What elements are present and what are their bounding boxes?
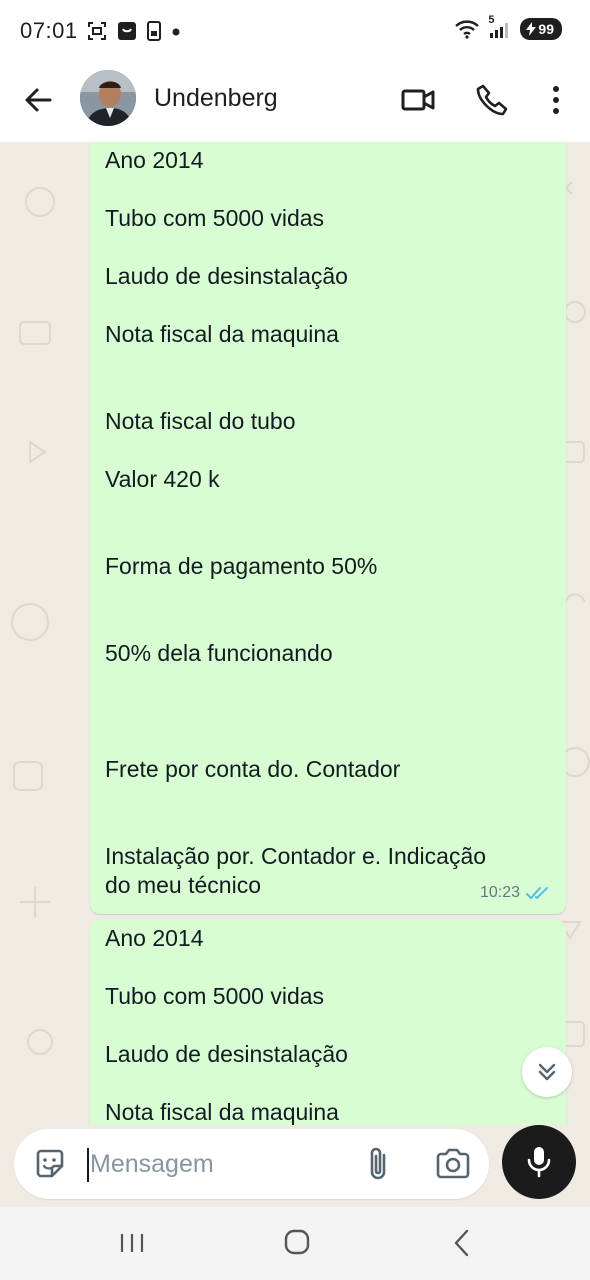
message-time: 10:23 (479, 884, 520, 901)
message-line: Nota fiscal da maquina (105, 1099, 339, 1125)
microphone-button[interactable] (502, 1125, 576, 1199)
message-line: Laudo de desinstalação (105, 1041, 348, 1067)
notification-icons (86, 20, 182, 42)
message-input[interactable] (90, 1143, 340, 1185)
status-bar: 07:01 5 99 (0, 0, 590, 62)
video-call-icon[interactable] (400, 82, 436, 118)
battery-indicator: 99 (520, 18, 562, 40)
avatar[interactable] (80, 70, 136, 126)
signal-icon (490, 23, 509, 38)
sticker-emoji-icon[interactable] (32, 1146, 68, 1182)
status-time: 07:01 (20, 18, 78, 43)
message-line: 50% dela funcionando (105, 640, 333, 666)
double-chevron-down-icon (538, 1063, 556, 1081)
message-bubble-outgoing[interactable]: Ano 2014 Tubo com 5000 vidas Laudo de de… (90, 142, 566, 914)
sim-card-icon (147, 21, 161, 41)
chat-area[interactable]: Ano 2014 Tubo com 5000 vidas Laudo de de… (0, 142, 590, 1125)
home-icon[interactable] (277, 1225, 317, 1261)
message-line: Tubo com 5000 vidas (105, 205, 325, 231)
system-navigation-bar (0, 1207, 590, 1280)
wifi-icon (455, 20, 480, 39)
message-meta: 10:23 (480, 884, 552, 902)
phone-icon[interactable] (474, 82, 510, 118)
message-line: Nota fiscal do tubo (105, 408, 296, 434)
charging-icon (526, 22, 537, 36)
avatar-photo (80, 70, 136, 126)
more-options-icon[interactable] (538, 82, 574, 118)
message-line: Forma de pagamento 50% (105, 553, 378, 579)
contact-name[interactable]: Undenberg (154, 84, 278, 113)
recent-apps-icon[interactable] (112, 1225, 152, 1261)
signal-group: 5 (488, 14, 512, 40)
chat-header: Undenberg (0, 62, 590, 142)
battery-level: 99 (538, 21, 554, 37)
message-bubble-outgoing[interactable]: Ano 2014 Tubo com 5000 vidas Laudo de de… (90, 920, 566, 1125)
message-line: Ano 2014 (105, 147, 204, 173)
back-icon[interactable] (443, 1225, 483, 1261)
back-arrow-icon[interactable] (20, 82, 56, 118)
message-line: Frete por conta do. Contador (105, 756, 401, 782)
system-icons: 5 99 (454, 14, 562, 40)
message-line: Tubo com 5000 vidas (105, 983, 325, 1009)
screenshot-icon (88, 22, 106, 40)
scroll-to-bottom-button[interactable] (522, 1047, 572, 1097)
message-line: Instalação por. Contador e. Indicação (105, 843, 487, 869)
dot-icon (172, 28, 180, 36)
shopping-bag-icon (118, 22, 136, 40)
message-line: Nota fiscal da maquina (105, 321, 339, 347)
microphone-icon (527, 1147, 551, 1178)
text-cursor (87, 1148, 89, 1182)
camera-icon[interactable] (434, 1146, 472, 1182)
message-line: Ano 2014 (105, 925, 204, 951)
read-receipt-icon (526, 887, 548, 900)
message-line: Valor 420 k (105, 466, 220, 492)
message-line: Laudo de desinstalação (105, 263, 348, 289)
paperclip-icon[interactable] (360, 1145, 396, 1183)
input-pill (14, 1129, 489, 1199)
